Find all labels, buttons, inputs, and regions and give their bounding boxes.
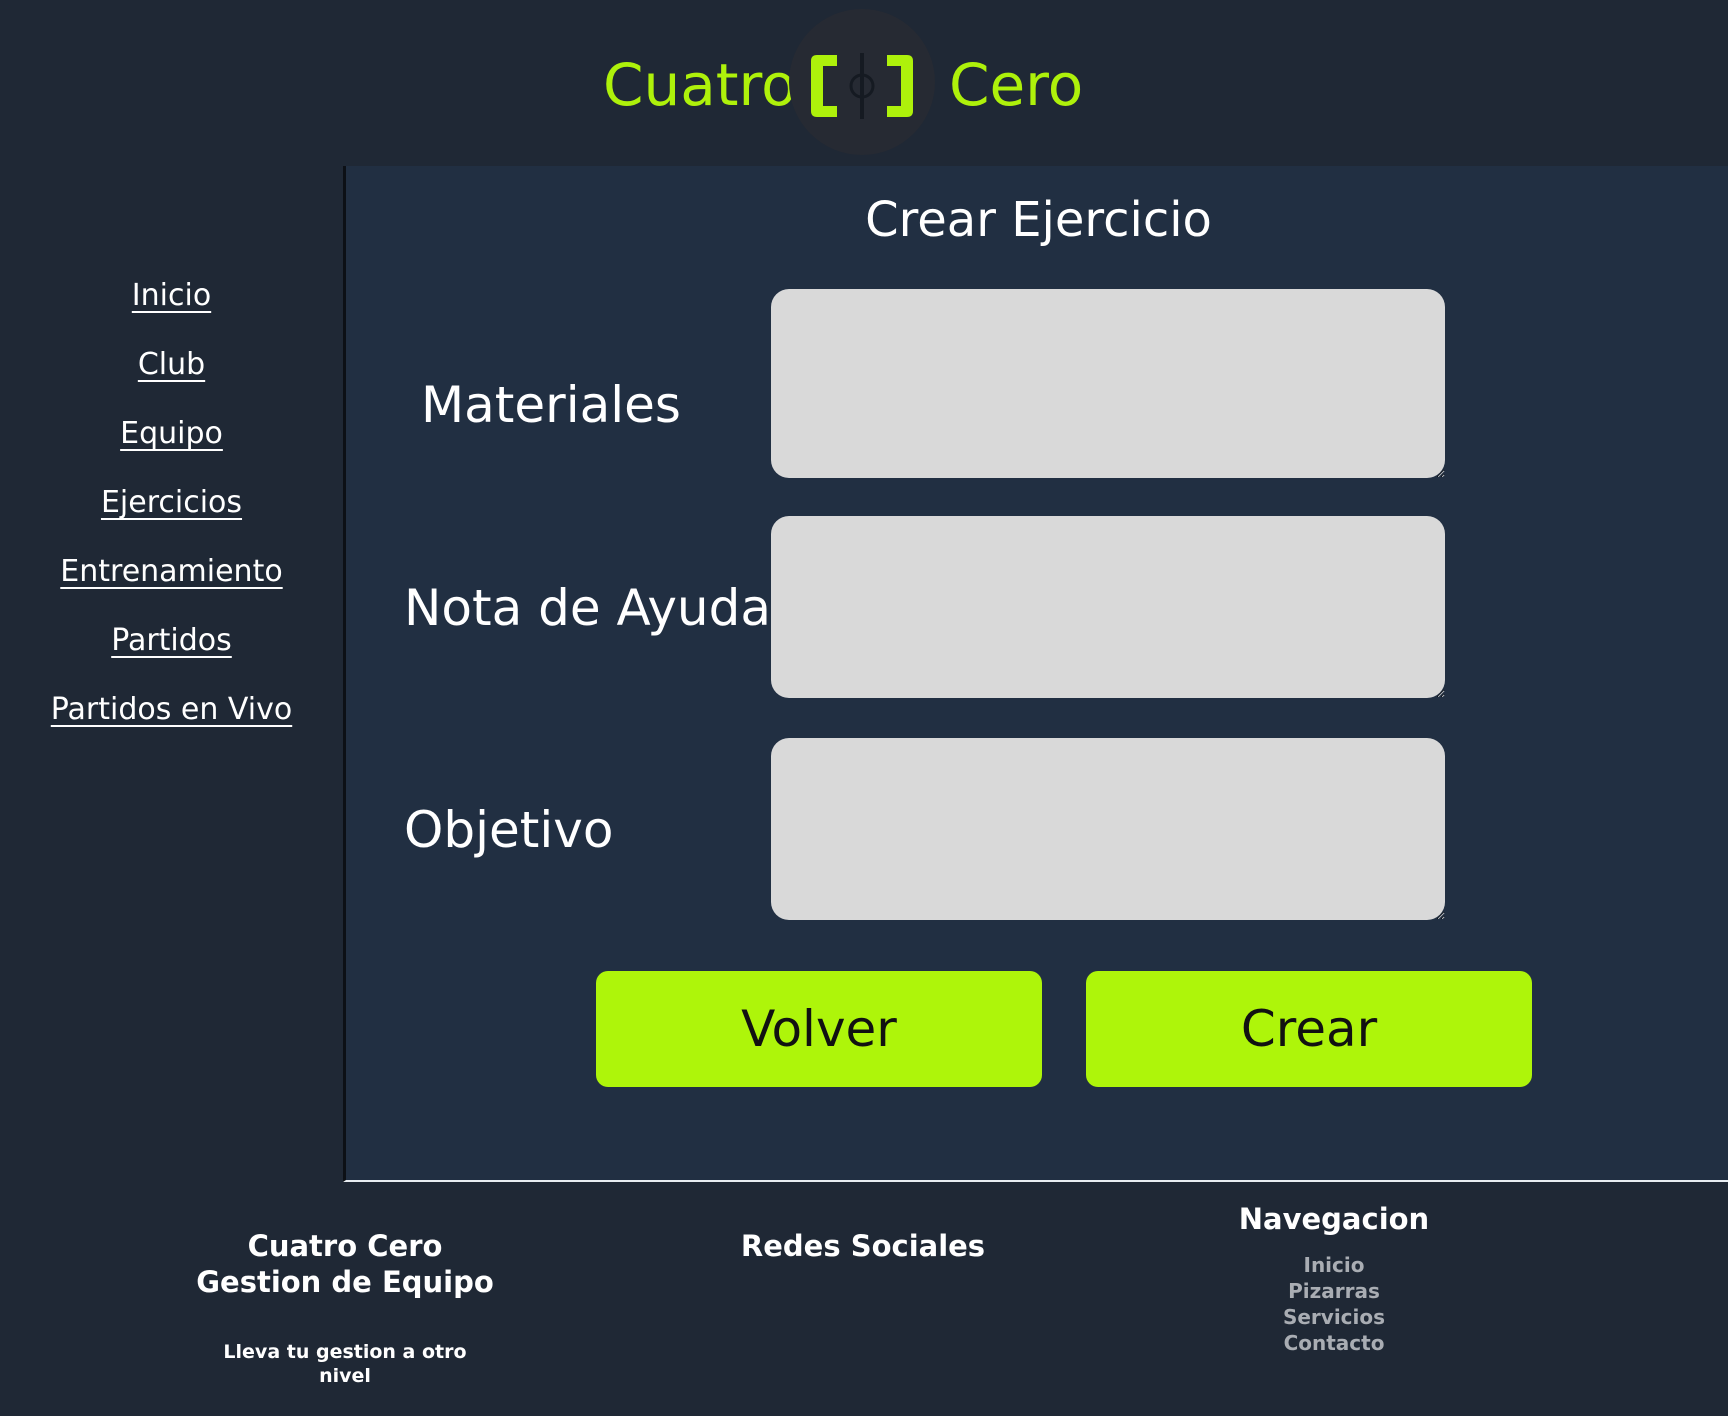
header: Cuatro Cero [0,0,1728,166]
footer-tagline: Lleva tu gestion a otro nivel [223,1341,467,1387]
cuatro-cero-logo-icon[interactable] [789,9,935,155]
sidebar-item-partidos-en-vivo[interactable]: Partidos en Vivo [0,690,343,730]
brand-name-right: Cero [949,51,1084,119]
footer-brand-title: Cuatro Cero [247,1229,443,1263]
footer-social-title: Redes Sociales [740,1229,986,1263]
footer-brand-subtitle: Gestion de Equipo [196,1265,494,1299]
sidebar-item-partidos[interactable]: Partidos [0,621,343,661]
sidebar-item-equipo[interactable]: Equipo [0,414,343,454]
page-title: Crear Ejercicio [865,192,1212,248]
footer-link-contacto[interactable]: Contacto [1234,1330,1434,1356]
back-button[interactable]: Volver [596,971,1042,1087]
objetivo-field[interactable] [771,738,1445,920]
footer-link-inicio[interactable]: Inicio [1234,1252,1434,1278]
sidebar-nav: Inicio Club Equipo Ejercicios Entrenamie… [0,166,343,1182]
sidebar-item-entrenamiento[interactable]: Entrenamiento [0,552,343,592]
footer-link-pizarras[interactable]: Pizarras [1234,1278,1434,1304]
nota-de-ayuda-field[interactable] [771,516,1445,698]
brand-name-left: Cuatro [603,51,797,119]
materiales-field[interactable] [771,289,1445,478]
objetivo-label: Objetivo [404,801,614,859]
nota-de-ayuda-label: Nota de Ayuda [404,579,771,637]
sidebar-item-ejercicios[interactable]: Ejercicios [0,483,343,523]
sidebar-item-club[interactable]: Club [0,345,343,385]
materiales-label: Materiales [421,376,681,434]
sidebar-item-inicio[interactable]: Inicio [0,276,343,316]
create-exercise-panel: Crear Ejercicio Materiales Nota de Ayuda… [343,166,1728,1182]
footer: Cuatro Cero Gestion de Equipo Lleva tu g… [0,1182,1728,1416]
create-button[interactable]: Crear [1086,971,1532,1087]
footer-nav-title: Navegacion [1238,1202,1430,1236]
footer-link-servicios[interactable]: Servicios [1234,1304,1434,1330]
